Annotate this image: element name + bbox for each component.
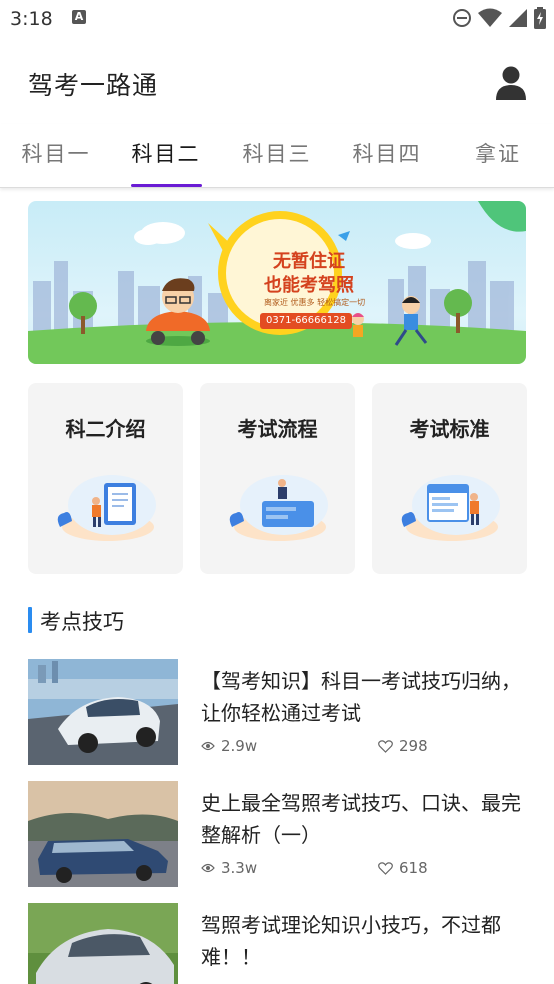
heart-icon	[378, 739, 393, 753]
tab-subject-4[interactable]: 科目四	[332, 138, 442, 168]
active-tab-indicator	[131, 184, 202, 187]
dnd-icon	[453, 9, 471, 27]
card-exam-process[interactable]: 考试流程	[200, 383, 355, 574]
article-views: 2.9w	[201, 737, 257, 755]
heart-icon	[378, 861, 393, 875]
views-count: 2.9w	[221, 737, 258, 755]
user-icon[interactable]	[496, 66, 526, 100]
article-thumbnail	[28, 781, 178, 887]
subject-tabs: 科目一 科目二 科目三 科目四 拿证	[0, 124, 554, 188]
likes-count: 298	[399, 737, 428, 755]
views-count: 3.3w	[221, 859, 258, 877]
article-likes: 298	[378, 737, 428, 755]
eye-icon	[201, 741, 215, 751]
section-title: 考点技巧	[40, 610, 124, 634]
banner-slogan: 离家近 优惠多 轻松搞定一切	[264, 298, 366, 307]
article-likes: 618	[378, 859, 428, 877]
card-title: 考试流程	[237, 417, 318, 441]
article-item[interactable]: 史上最全驾照考试技巧、口诀、最完整解析（一） 3.3w 618	[28, 781, 526, 889]
eye-icon	[201, 863, 215, 873]
document-board-icon	[57, 475, 156, 541]
card-subject2-intro[interactable]: 科二介绍	[28, 383, 183, 574]
banner-phone: 0371-66666128	[260, 313, 352, 329]
signal-icon	[509, 9, 527, 27]
section-accent-bar	[28, 607, 32, 633]
article-title: 驾照考试理论知识小技巧，不过都难！！	[201, 913, 501, 969]
article-item[interactable]: 【驾考知识】科目一考试技巧归纳，让你轻松通过考试 2.9w 298	[28, 659, 526, 767]
likes-count: 618	[399, 859, 428, 877]
app-title: 驾考一路通	[28, 71, 159, 100]
status-time: 3:18	[10, 8, 53, 30]
article-item[interactable]: 驾照考试理论知识小技巧，不过都难！！	[28, 903, 526, 984]
card-reader-icon	[229, 475, 328, 541]
checklist-icon	[401, 475, 500, 541]
card-title: 考试标准	[409, 417, 490, 441]
app-header: 驾考一路通	[0, 38, 554, 124]
status-icons	[452, 6, 546, 30]
card-title: 科二介绍	[65, 417, 146, 441]
article-thumbnail	[28, 659, 178, 765]
tab-get-license[interactable]: 拿证	[443, 138, 553, 168]
article-title: 【驾考知识】科目一考试技巧归纳，让你轻松通过考试	[201, 669, 521, 725]
tab-subject-3[interactable]: 科目三	[222, 138, 332, 168]
wifi-icon	[478, 8, 502, 27]
article-views: 3.3w	[201, 859, 257, 877]
tab-subject-2[interactable]: 科目二	[111, 138, 221, 168]
battery-icon	[534, 7, 546, 29]
promo-banner[interactable]: 无暂住证 也能考驾照 离家近 优惠多 轻松搞定一切 0371-66666128	[28, 201, 526, 364]
card-exam-standard[interactable]: 考试标准	[372, 383, 527, 574]
banner-title-line2: 也能考驾照	[264, 275, 354, 296]
banner-title-line1: 无暂住证	[273, 251, 345, 272]
article-thumbnail	[28, 903, 178, 984]
notification-a-icon: A	[72, 10, 86, 24]
tab-subject-1[interactable]: 科目一	[1, 138, 111, 168]
status-bar: 3:18 A	[0, 0, 554, 38]
article-title: 史上最全驾照考试技巧、口诀、最完整解析（一）	[201, 791, 521, 847]
